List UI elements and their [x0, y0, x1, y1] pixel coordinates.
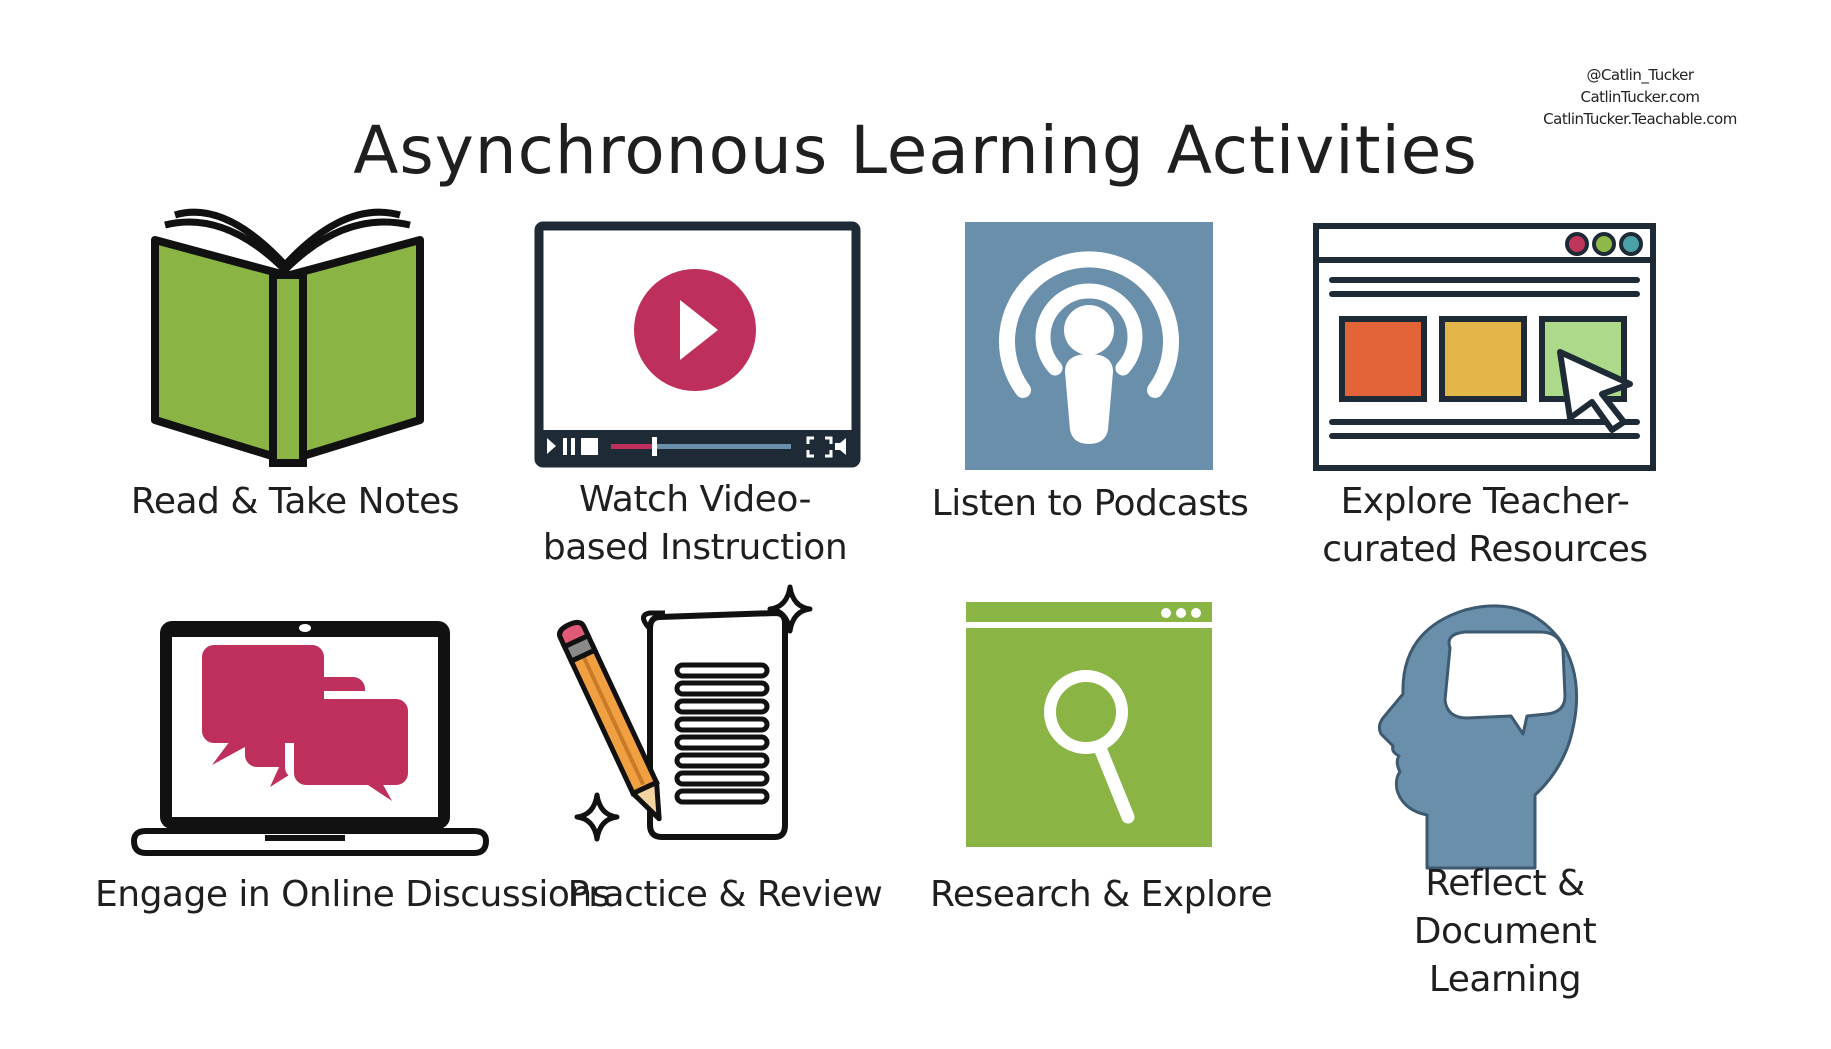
- activity-label: Explore Teacher-curated Resources: [1322, 481, 1648, 570]
- video-player-icon: [534, 221, 861, 468]
- activity-label: Reflect & Document Learning: [1413, 863, 1597, 1000]
- credit-handle: @Catlin_Tucker: [1586, 66, 1694, 84]
- laptop-chat-icon: [130, 621, 490, 856]
- activity-label: Read & Take Notes: [130, 481, 460, 522]
- head-thought-icon: [1377, 604, 1579, 870]
- activity-label: Research & Explore: [930, 874, 1273, 915]
- pencil-paper-icon: [557, 584, 813, 842]
- activity-label: Watch Video-based Instruction: [542, 479, 848, 568]
- activity-label: Engage in Online Discussions: [95, 874, 610, 915]
- magnifier-window-icon: [966, 602, 1212, 847]
- page-title: Asynchronous Learning Activities: [353, 112, 1478, 189]
- activity-label: Practice & Review: [567, 874, 883, 915]
- open-book-icon: [151, 208, 424, 467]
- podcast-icon: [965, 222, 1213, 470]
- browser-window-icon: [1313, 223, 1656, 471]
- credit-website: CatlinTucker.com: [1580, 88, 1700, 106]
- activity-label: Listen to Podcasts: [931, 483, 1249, 524]
